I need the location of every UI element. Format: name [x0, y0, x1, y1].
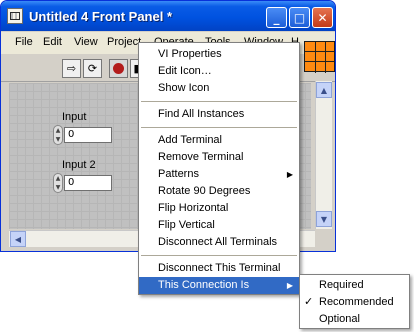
- vertical-scrollbar[interactable]: ▲ ▼: [315, 81, 332, 229]
- menu-patterns-label: Patterns: [158, 168, 199, 180]
- menu-this-connection-is[interactable]: This Connection Is ▶: [139, 277, 299, 294]
- submenu-arrow-icon: ▶: [286, 170, 293, 179]
- run-continuous-icon[interactable]: ⟳: [83, 59, 102, 78]
- menu-disconnect-all[interactable]: Disconnect All Terminals: [139, 234, 299, 251]
- menu-flip-horizontal[interactable]: Flip Horizontal: [139, 200, 299, 217]
- menu-separator: [141, 101, 297, 102]
- menu-rotate-90[interactable]: Rotate 90 Degrees: [139, 183, 299, 200]
- menu-separator: [141, 255, 297, 256]
- connection-type-submenu: Required ✓ Recommended Optional: [299, 274, 410, 329]
- menu-edit[interactable]: Edit: [43, 36, 62, 48]
- input2-numeric-control[interactable]: 0: [64, 175, 112, 191]
- menu-patterns[interactable]: Patterns ▶: [139, 166, 299, 183]
- abort-icon[interactable]: [109, 59, 128, 78]
- spinner-icon[interactable]: ▲ ▼: [53, 173, 63, 193]
- submenu-required[interactable]: Required: [300, 277, 409, 294]
- window-title: Untitled 4 Front Panel *: [29, 9, 173, 24]
- menu-show-icon[interactable]: Show Icon: [139, 80, 299, 97]
- submenu-arrow-icon: ▶: [286, 281, 293, 290]
- scroll-down-icon[interactable]: ▼: [316, 211, 332, 227]
- menu-this-connection-is-label: This Connection Is: [158, 279, 250, 291]
- run-arrow-icon[interactable]: ⇨: [62, 59, 81, 78]
- menu-project[interactable]: Project: [107, 36, 141, 48]
- checkmark-icon: ✓: [304, 296, 314, 308]
- menu-flip-vertical[interactable]: Flip Vertical: [139, 217, 299, 234]
- input2-label: Input 2: [62, 159, 96, 171]
- title-bar[interactable]: Untitled 4 Front Panel * _ □ ✕: [1, 1, 335, 31]
- vi-connector-icon[interactable]: [304, 41, 335, 73]
- scroll-up-icon[interactable]: ▲: [316, 82, 332, 98]
- submenu-recommended[interactable]: ✓ Recommended: [300, 294, 409, 311]
- menu-file[interactable]: File: [15, 36, 33, 48]
- submenu-optional[interactable]: Optional: [300, 311, 409, 328]
- menu-find-all-instances[interactable]: Find All Instances: [139, 106, 299, 123]
- scroll-left-icon[interactable]: ◀: [10, 231, 26, 247]
- labview-app-icon[interactable]: [7, 8, 23, 24]
- menu-add-terminal[interactable]: Add Terminal: [139, 132, 299, 149]
- menu-vi-properties[interactable]: VI Properties: [139, 46, 299, 63]
- submenu-recommended-label: Recommended: [319, 296, 394, 308]
- maximize-button[interactable]: □: [289, 7, 310, 28]
- menu-view[interactable]: View: [74, 36, 98, 48]
- menu-separator: [141, 127, 297, 128]
- menu-disconnect-this-terminal[interactable]: Disconnect This Terminal: [139, 260, 299, 277]
- menu-edit-icon[interactable]: Edit Icon…: [139, 63, 299, 80]
- input1-label: Input: [62, 111, 87, 123]
- minimize-button[interactable]: _: [266, 7, 287, 28]
- spinner-icon[interactable]: ▲ ▼: [53, 125, 63, 145]
- menu-remove-terminal[interactable]: Remove Terminal: [139, 149, 299, 166]
- input1-numeric-control[interactable]: 0: [64, 127, 112, 143]
- connector-context-menu: VI Properties Edit Icon… Show Icon Find …: [138, 42, 300, 295]
- close-button[interactable]: ✕: [312, 7, 333, 28]
